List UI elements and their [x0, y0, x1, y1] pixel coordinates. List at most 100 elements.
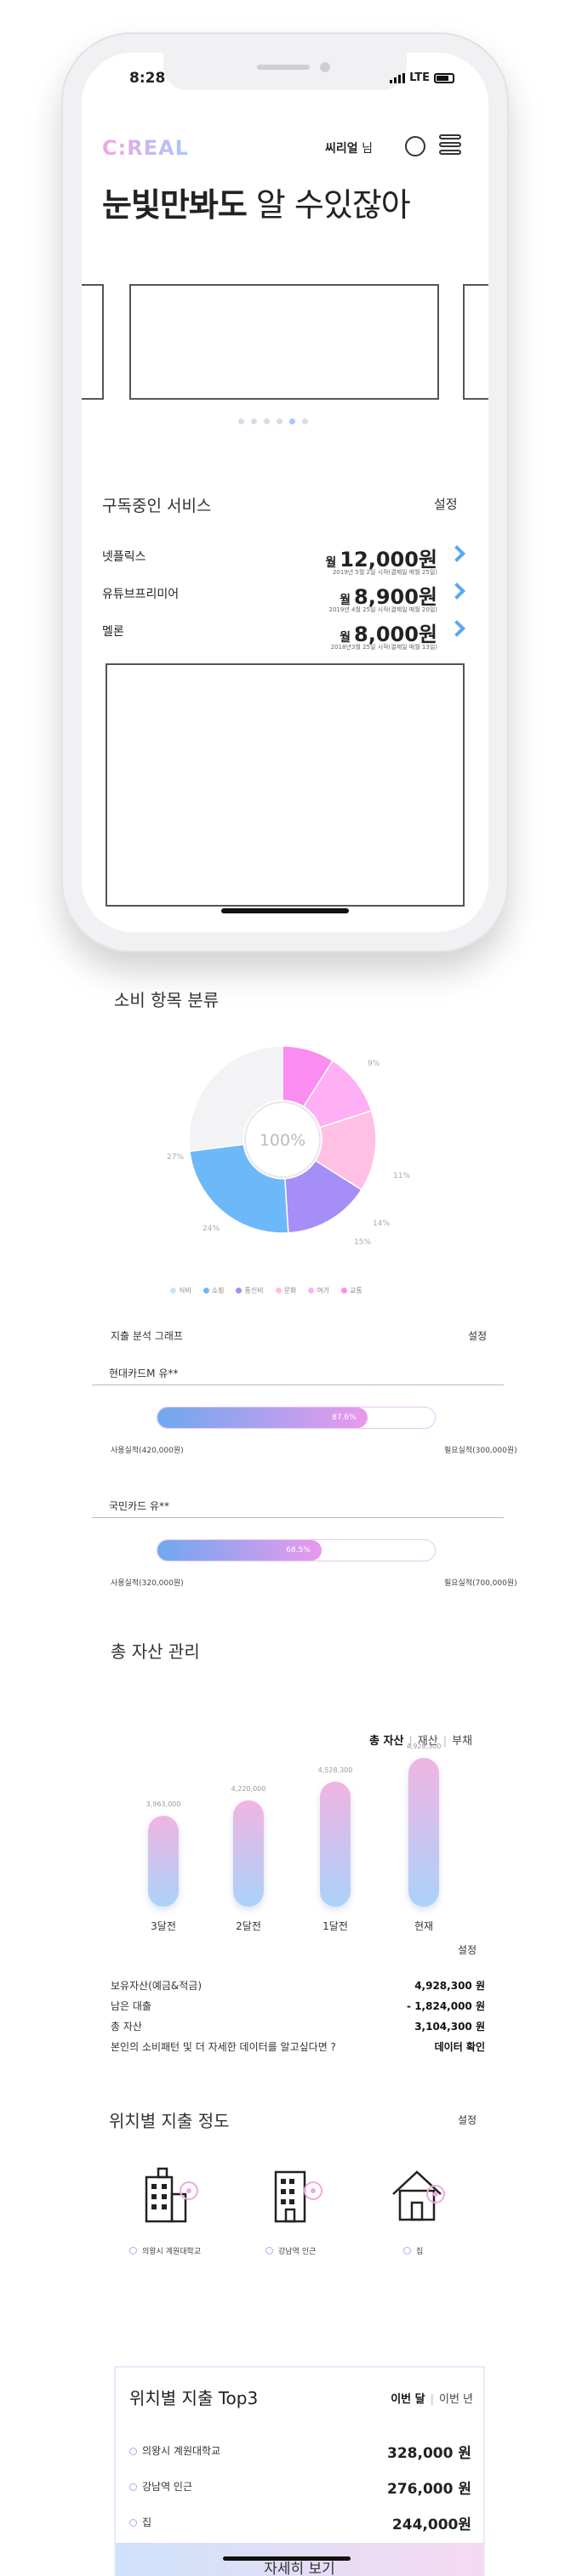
pct-label: 14% — [373, 1220, 391, 1228]
progress-percent: 68.5% — [286, 1546, 311, 1555]
consumption-title: 소비 항목 분류 — [114, 990, 220, 1010]
location-settings-button[interactable]: 설정 — [458, 2113, 477, 2127]
subscription-note: 2019년 4월 25일 시작(결제일 매월 20일) — [328, 606, 437, 613]
subscription-name: 유튜브프리미어 — [102, 588, 180, 601]
pagination-dot[interactable] — [302, 418, 308, 424]
card-progress-bar: 87.6% — [157, 1407, 436, 1429]
location-title: 위치별 지출 정도 — [109, 2111, 230, 2131]
subscription-row[interactable]: 유튜브프리미어 월 8,900원 2019년 4월 25일 시작(결제일 매월 2… — [102, 580, 468, 614]
app-logo[interactable]: C:REAL — [102, 136, 189, 160]
data-check-link[interactable]: 데이터 확인 — [435, 2039, 485, 2054]
office-building-icon[interactable] — [267, 2165, 330, 2228]
pct-label: 27% — [167, 1153, 185, 1162]
target-amount: 필요실적(700,000원) — [444, 1579, 517, 1588]
headline-light: 알 수있잖아 — [246, 186, 411, 224]
subscriptions-title: 구독중인 서비스 — [102, 497, 212, 515]
pin-icon — [129, 2448, 137, 2455]
camera — [320, 62, 330, 72]
asset-bar-label: 현재 — [414, 1920, 434, 1932]
subscription-note: 2018년3월 25일 시작(결제일 매월 13일) — [330, 644, 437, 651]
home-indicator — [223, 2556, 351, 2561]
place-label: 의왕시 계원대학교 — [129, 2245, 201, 2256]
asset-bar-value: 4,928,300 — [406, 1743, 442, 1751]
pagination-dot[interactable] — [251, 418, 257, 424]
pagination-dot[interactable] — [277, 418, 282, 424]
legend-item[interactable]: 통신비 — [236, 1286, 264, 1295]
pin-icon — [129, 2483, 137, 2491]
pagination-dot[interactable] — [238, 418, 244, 424]
asset-bar-value: 4,528,300 — [317, 1766, 353, 1775]
card-name: 현대카드M 유** — [109, 1368, 179, 1379]
legend-item[interactable]: 여가 — [308, 1286, 329, 1295]
legend-item[interactable]: 식비 — [170, 1286, 191, 1295]
asset-bar[interactable] — [320, 1782, 351, 1907]
used-amount: 사용실적(320,000원) — [111, 1579, 184, 1588]
asset-bar[interactable] — [408, 1758, 439, 1907]
asset-bar-label: 1달전 — [322, 1920, 348, 1932]
home-icon[interactable] — [388, 2165, 451, 2228]
used-amount: 사용실적(420,000원) — [111, 1447, 184, 1455]
banner-current[interactable] — [129, 284, 439, 400]
content-placeholder — [106, 663, 465, 907]
banner-prev[interactable] — [82, 284, 104, 400]
asset-bar-label: 3달전 — [151, 1920, 176, 1932]
donut-legend: 식비 쇼핑 통신비 문화 여가 교통 — [170, 1286, 362, 1295]
card-name: 국민카드 유** — [109, 1500, 170, 1512]
summary-row-data-link[interactable]: 본인의 소비패턴 및 더 자세한 데이터를 알고싶다면 ? 데이터 확인 — [111, 2039, 485, 2054]
user-name: 씨리얼 — [325, 142, 358, 156]
pin-icon — [265, 2247, 273, 2255]
divider — [92, 1517, 504, 1518]
location-top3-card: 위치별 지출 Top3 이번 달 | 이번 년 의왕시 계원대학교 328,000 … — [114, 2366, 485, 2576]
top3-title: 위치별 지출 Top3 — [129, 2388, 259, 2408]
pct-label: 11% — [393, 1172, 411, 1180]
pin-icon — [403, 2247, 411, 2255]
assets-title: 총 자산 관리 — [111, 1641, 200, 1662]
asset-bar[interactable] — [148, 1815, 179, 1907]
tab-this-year[interactable]: 이번 년 — [439, 2393, 473, 2406]
menu-icon[interactable] — [439, 134, 461, 158]
speaker — [257, 65, 310, 70]
subscription-name: 멜론 — [102, 625, 124, 639]
status-indicators: LTE — [390, 71, 454, 84]
card-progress-bar: 68.5% — [157, 1539, 436, 1561]
chevron-right-icon[interactable] — [448, 583, 465, 600]
tab-this-month[interactable]: 이번 달 — [391, 2393, 425, 2406]
university-building-icon[interactable] — [141, 2165, 204, 2228]
user-greeting: 씨리얼 님 — [325, 139, 373, 156]
notification-icon[interactable] — [405, 136, 425, 156]
donut-center-label: 100% — [260, 1131, 305, 1150]
pagination-dot[interactable] — [264, 418, 270, 424]
assets-settings-button[interactable]: 설정 — [458, 1942, 477, 1957]
spending-title: 지출 분석 그래프 — [111, 1330, 183, 1342]
subscription-row[interactable]: 넷플릭스 월 12,000원 2019년 5월 2일 시작(결제일 매월 25일) — [102, 543, 468, 577]
asset-bar-label: 2달전 — [236, 1920, 261, 1932]
target-amount: 필요실적(300,000원) — [444, 1447, 517, 1455]
legend-item[interactable]: 교통 — [341, 1286, 362, 1295]
notch — [163, 53, 407, 90]
subscription-row[interactable]: 멜론 월 8,000원 2018년3월 25일 시작(결제일 매월 13일) — [102, 617, 468, 651]
chevron-right-icon[interactable] — [448, 545, 465, 562]
pin-icon — [129, 2247, 137, 2255]
status-time: 8:28 — [129, 70, 166, 87]
banner-pagination — [238, 418, 308, 424]
chevron-right-icon[interactable] — [448, 620, 465, 637]
place-label: 강남역 인근 — [265, 2245, 316, 2256]
asset-bar[interactable] — [233, 1800, 264, 1907]
pct-label: 9% — [368, 1060, 380, 1068]
spending-settings-button[interactable]: 설정 — [468, 1328, 487, 1343]
subscription-note: 2019년 5월 2일 시작(결제일 매월 25일) — [332, 569, 437, 576]
signal-icon — [390, 72, 406, 83]
banner-next[interactable] — [463, 284, 488, 400]
pagination-dot-active[interactable] — [289, 418, 295, 424]
headline-bold: 눈빛만봐도 — [102, 186, 248, 224]
phone-frame: 8:28 LTE C:REAL 씨리얼 님 눈빛만봐도 알 수있잖아 구독중인 … — [61, 32, 509, 952]
subscriptions-settings-button[interactable]: 설정 — [434, 495, 458, 513]
subscription-name: 넷플릭스 — [102, 550, 146, 564]
legend-item[interactable]: 문화 — [275, 1286, 296, 1295]
pin-icon — [129, 2519, 137, 2527]
legend-item[interactable]: 쇼핑 — [203, 1286, 224, 1295]
summary-row: 보유자산(예금&적금) 4,928,300 원 — [111, 1980, 485, 1992]
progress-percent: 87.6% — [332, 1413, 357, 1422]
top3-tabs: 이번 달 | 이번 년 — [391, 2393, 473, 2406]
asset-bar-value: 4,220,000 — [231, 1784, 266, 1793]
